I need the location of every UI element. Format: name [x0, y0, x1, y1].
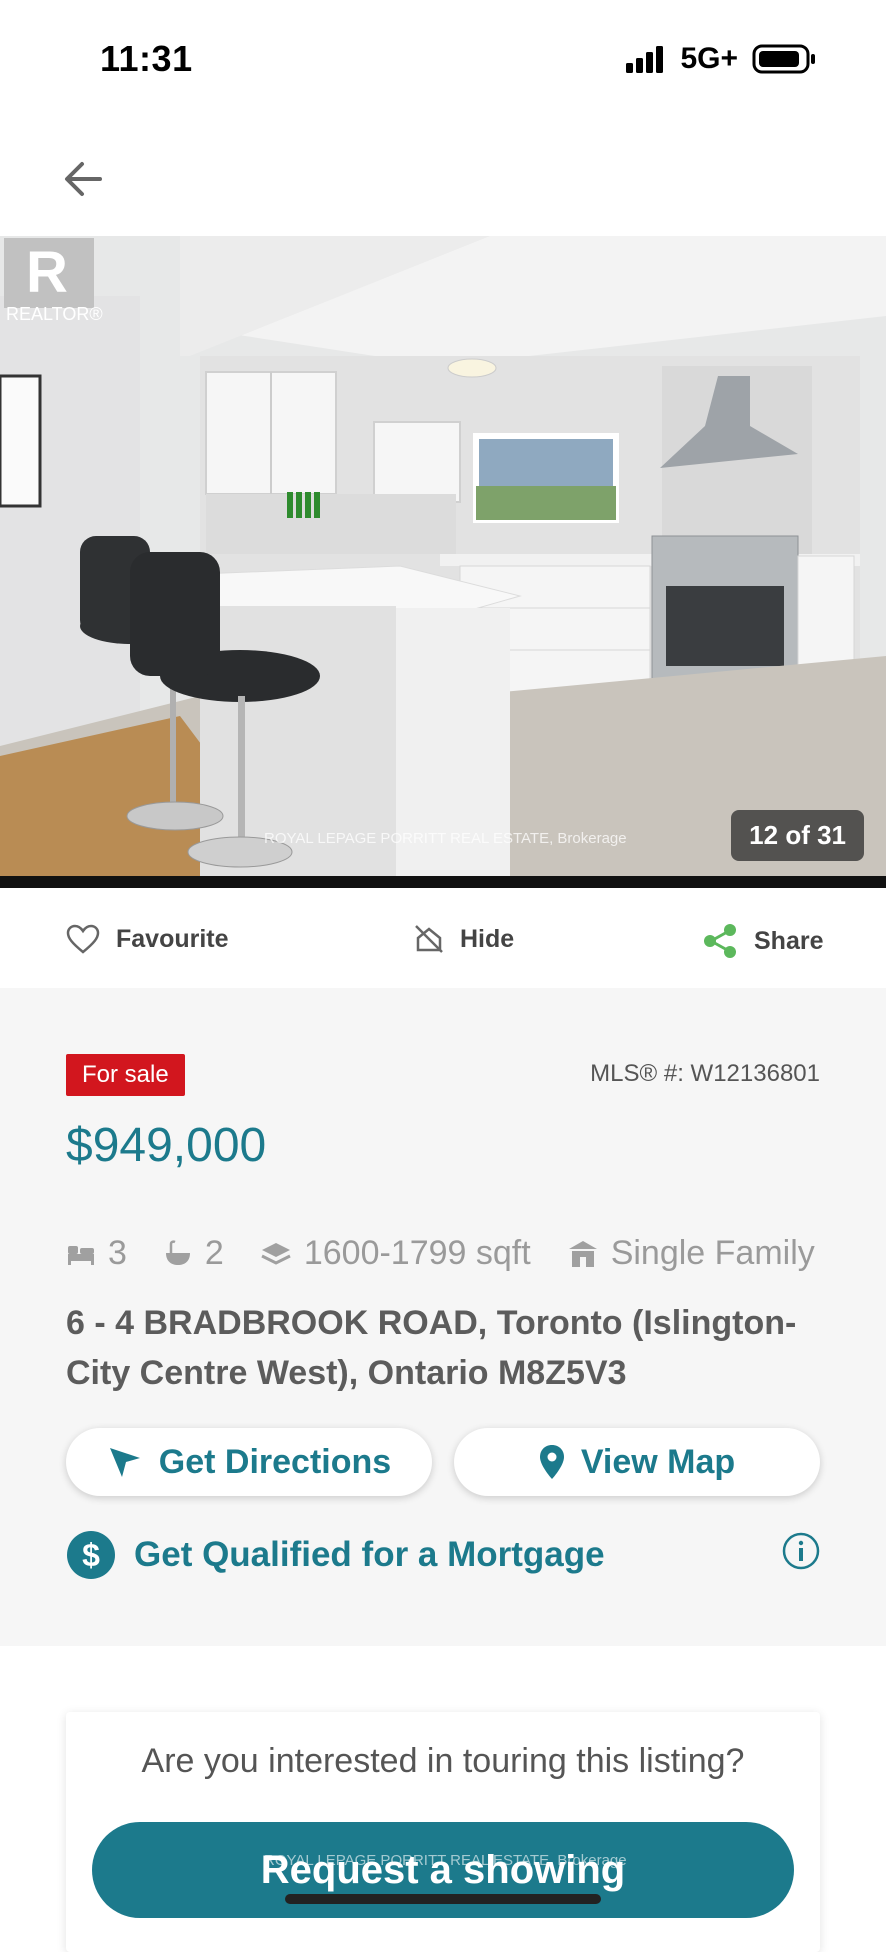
info-icon — [782, 1532, 820, 1570]
view-map-button[interactable]: View Map — [454, 1428, 820, 1496]
share-label: Share — [754, 926, 824, 955]
listing-address: 6 - 4 BRADBROOK ROAD, Toronto (Islington… — [66, 1304, 797, 1392]
back-button[interactable] — [60, 156, 106, 207]
property-type: Single Family — [610, 1234, 815, 1272]
realtor-mark: REALTOR® — [6, 304, 103, 324]
home-indicator[interactable] — [285, 1894, 601, 1904]
hide-button[interactable]: Hide — [414, 924, 514, 954]
baths-count: 2 — [204, 1234, 224, 1272]
layers-icon — [261, 1242, 291, 1265]
type-spec: Single Family — [567, 1234, 815, 1273]
favourite-label: Favourite — [116, 924, 229, 953]
mls-number: MLS® #: W12136801 — [590, 1060, 820, 1087]
mortgage-info-button[interactable] — [782, 1532, 820, 1575]
status-indicators: 5G+ — [626, 42, 816, 76]
dollar-icon: $ — [67, 1531, 115, 1579]
battery-icon — [752, 44, 815, 74]
kitchen-photo: R — [0, 236, 886, 876]
get-directions-button[interactable]: Get Directions — [66, 1428, 432, 1496]
bath-icon — [165, 1239, 190, 1265]
navigation-arrow-icon — [109, 1448, 140, 1477]
sqft-spec: 1600-1799 sqft — [260, 1234, 531, 1273]
status-time: 11:31 — [100, 38, 193, 79]
svg-text:$: $ — [82, 1537, 100, 1573]
mortgage-link[interactable]: $ Get Qualified for a Mortgage — [66, 1530, 605, 1580]
signal-icon — [626, 46, 664, 73]
arrow-left-icon — [65, 162, 102, 196]
listing-photo[interactable]: R — [0, 236, 886, 876]
photo-watermark: ROYAL LEPAGE PORRITT REAL ESTATE, Broker… — [264, 830, 627, 847]
bed-icon — [68, 1245, 94, 1265]
photo-counter: 12 of 31 — [731, 810, 864, 861]
map-pin-icon — [539, 1445, 564, 1479]
favourite-button[interactable]: Favourite — [66, 924, 229, 954]
svg-text:R: R — [26, 240, 68, 305]
heart-icon — [66, 924, 100, 954]
tour-watermark: ROYAL LEPAGE PORRITT REAL ESTATE, Broker… — [264, 1852, 627, 1869]
network-label: 5G+ — [680, 42, 738, 75]
beds-count: 3 — [108, 1234, 127, 1272]
share-button[interactable]: Share — [702, 924, 823, 958]
share-icon — [704, 924, 736, 958]
tour-question: Are you interested in touring this listi… — [141, 1742, 745, 1780]
building-icon — [568, 1240, 597, 1267]
baths-spec: 2 — [163, 1234, 224, 1273]
hide-label: Hide — [460, 924, 515, 953]
tour-card: Are you interested in touring this listi… — [66, 1712, 820, 1952]
beds-spec: 3 — [66, 1234, 127, 1273]
sqft-value: 1600-1799 sqft — [303, 1234, 531, 1272]
listing-price: $949,000 — [66, 1119, 267, 1172]
get-directions-label: Get Directions — [158, 1442, 392, 1481]
photo-divider — [0, 876, 886, 888]
action-bar: Favourite Hide Share — [0, 888, 886, 988]
mortgage-label: Get Qualified for a Mortgage — [134, 1535, 605, 1574]
view-map-label: View Map — [580, 1442, 736, 1481]
status-badge: For sale — [66, 1054, 185, 1096]
listing-specs: 3 2 1600-1799 sqft Single Family — [66, 1234, 815, 1273]
hide-icon — [415, 925, 443, 953]
